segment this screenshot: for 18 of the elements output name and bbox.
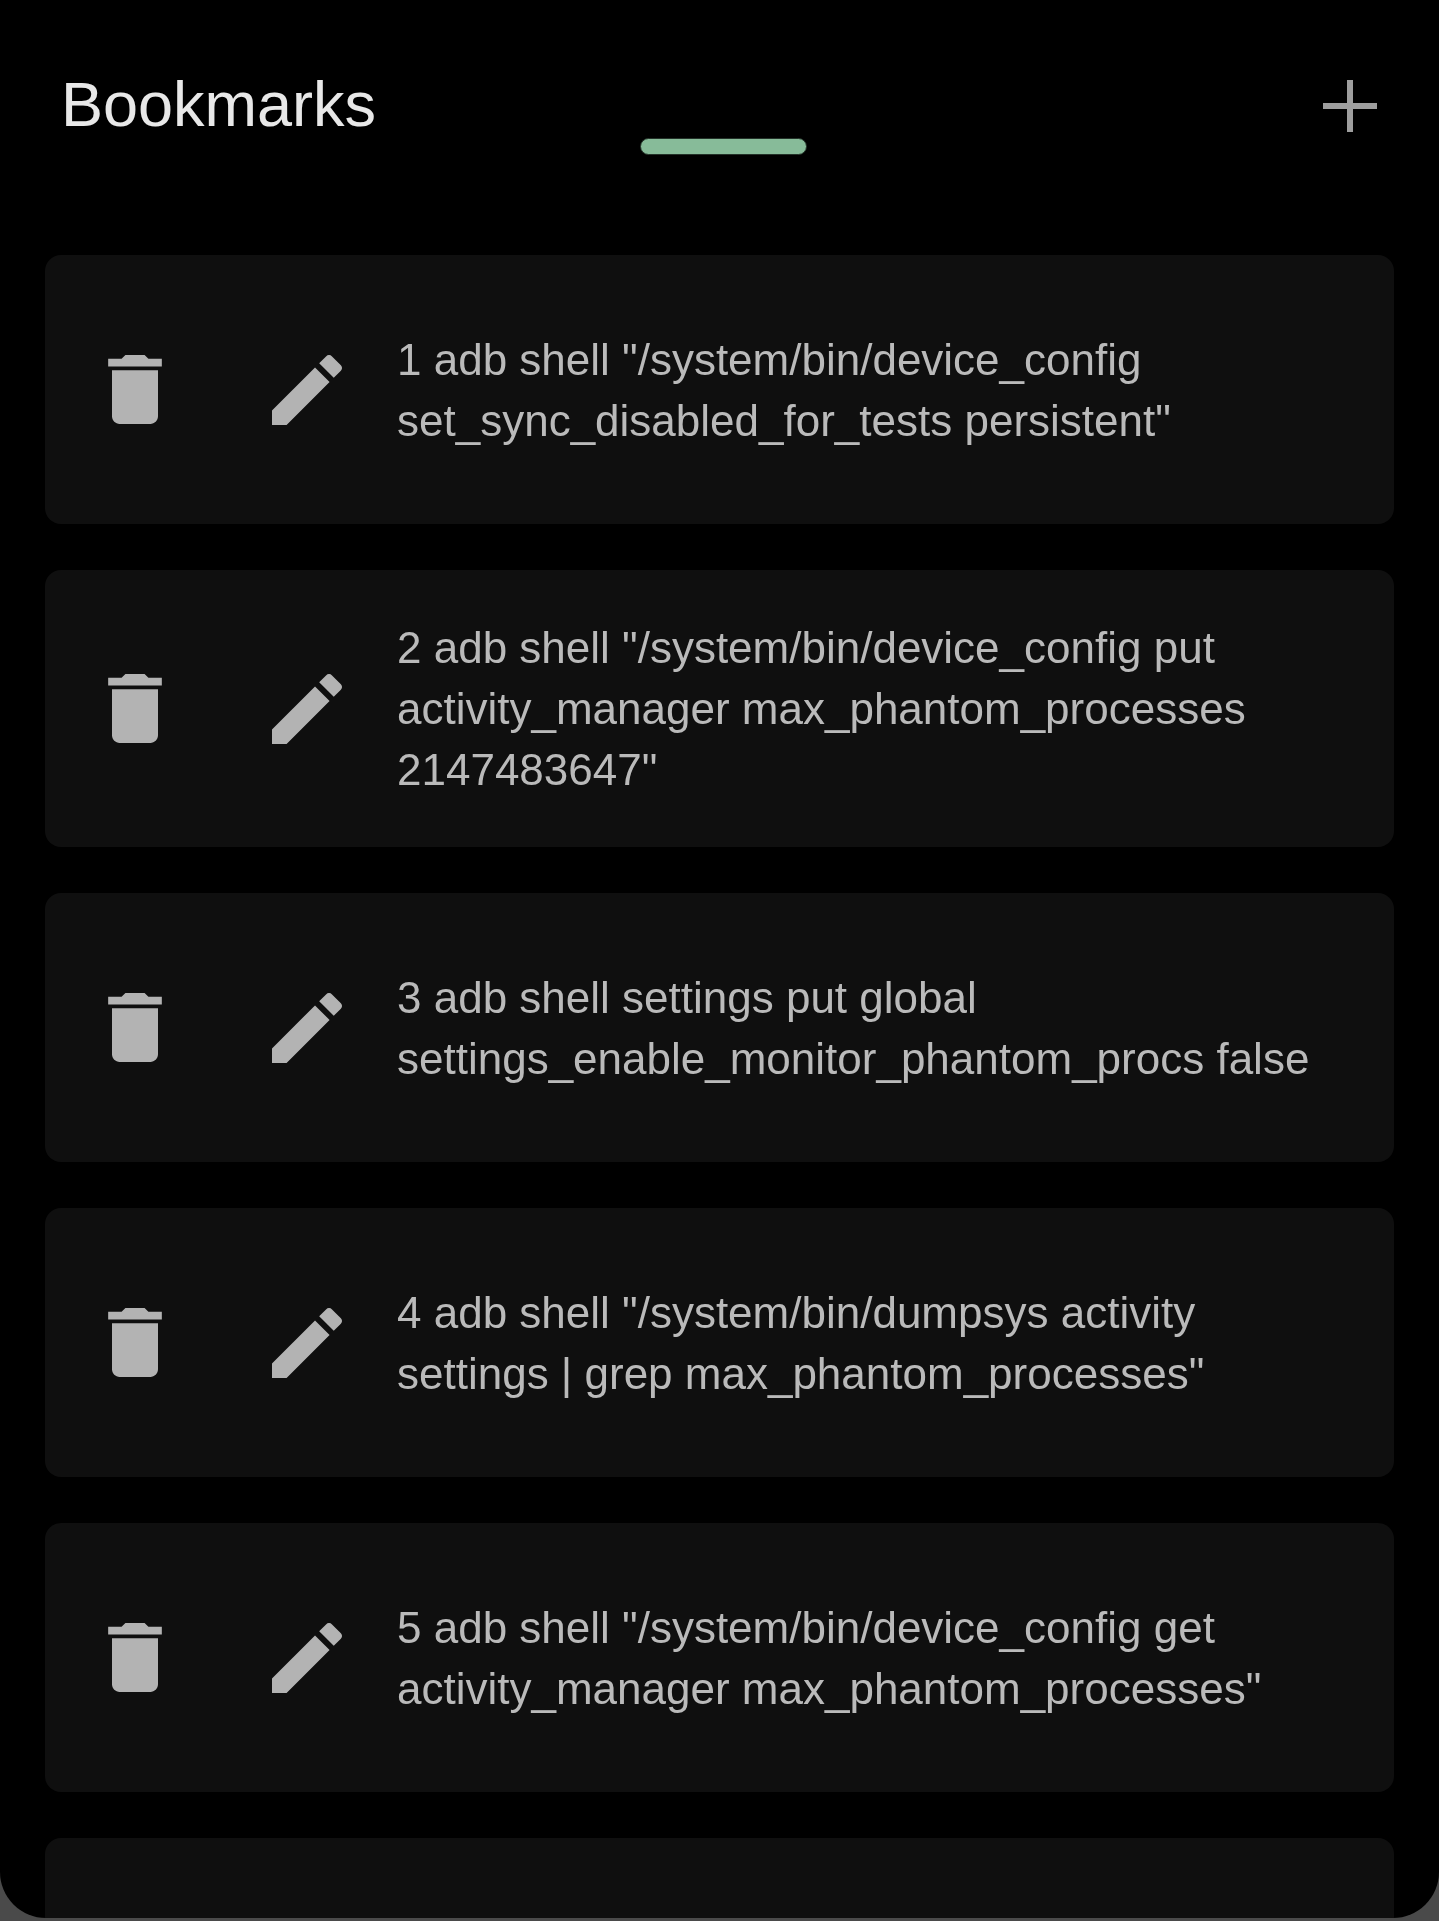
pencil-icon: [272, 354, 342, 425]
trash-icon: [108, 674, 162, 743]
sheet-title: Bookmarks: [61, 72, 378, 136]
trash-icon: [108, 1623, 162, 1692]
trash-icon: [108, 1308, 162, 1377]
drag-handle[interactable]: [639, 138, 807, 155]
bookmark-command: 1 adb shell "/system/bin/device_config set_sync_disabled_for_tests persistent": [397, 333, 1172, 447]
trash-icon: [108, 355, 162, 424]
bookmark-command: 5 adb shell "/system/bin/device_config get activity_manager max_phantom_processes": [397, 1601, 1263, 1715]
bookmark-command: 2 adb shell "/system/bin/device_config put activity_manager max_phantom_processes 2147483647": [397, 622, 1247, 796]
pencil-icon: [272, 1307, 342, 1378]
bookmark-command: 3 adb shell settings put global settings_enable_monitor_phantom_procs false: [397, 971, 1311, 1085]
pencil-icon: [272, 673, 342, 744]
trash-icon: [108, 993, 162, 1062]
pencil-icon: [272, 1622, 342, 1693]
bookmark-command: 4 adb shell "/system/bin/dumpsys activity settings | grep max_phantom_processes": [397, 1286, 1206, 1400]
plus-icon: [1323, 80, 1377, 132]
pencil-icon: [272, 992, 342, 1063]
